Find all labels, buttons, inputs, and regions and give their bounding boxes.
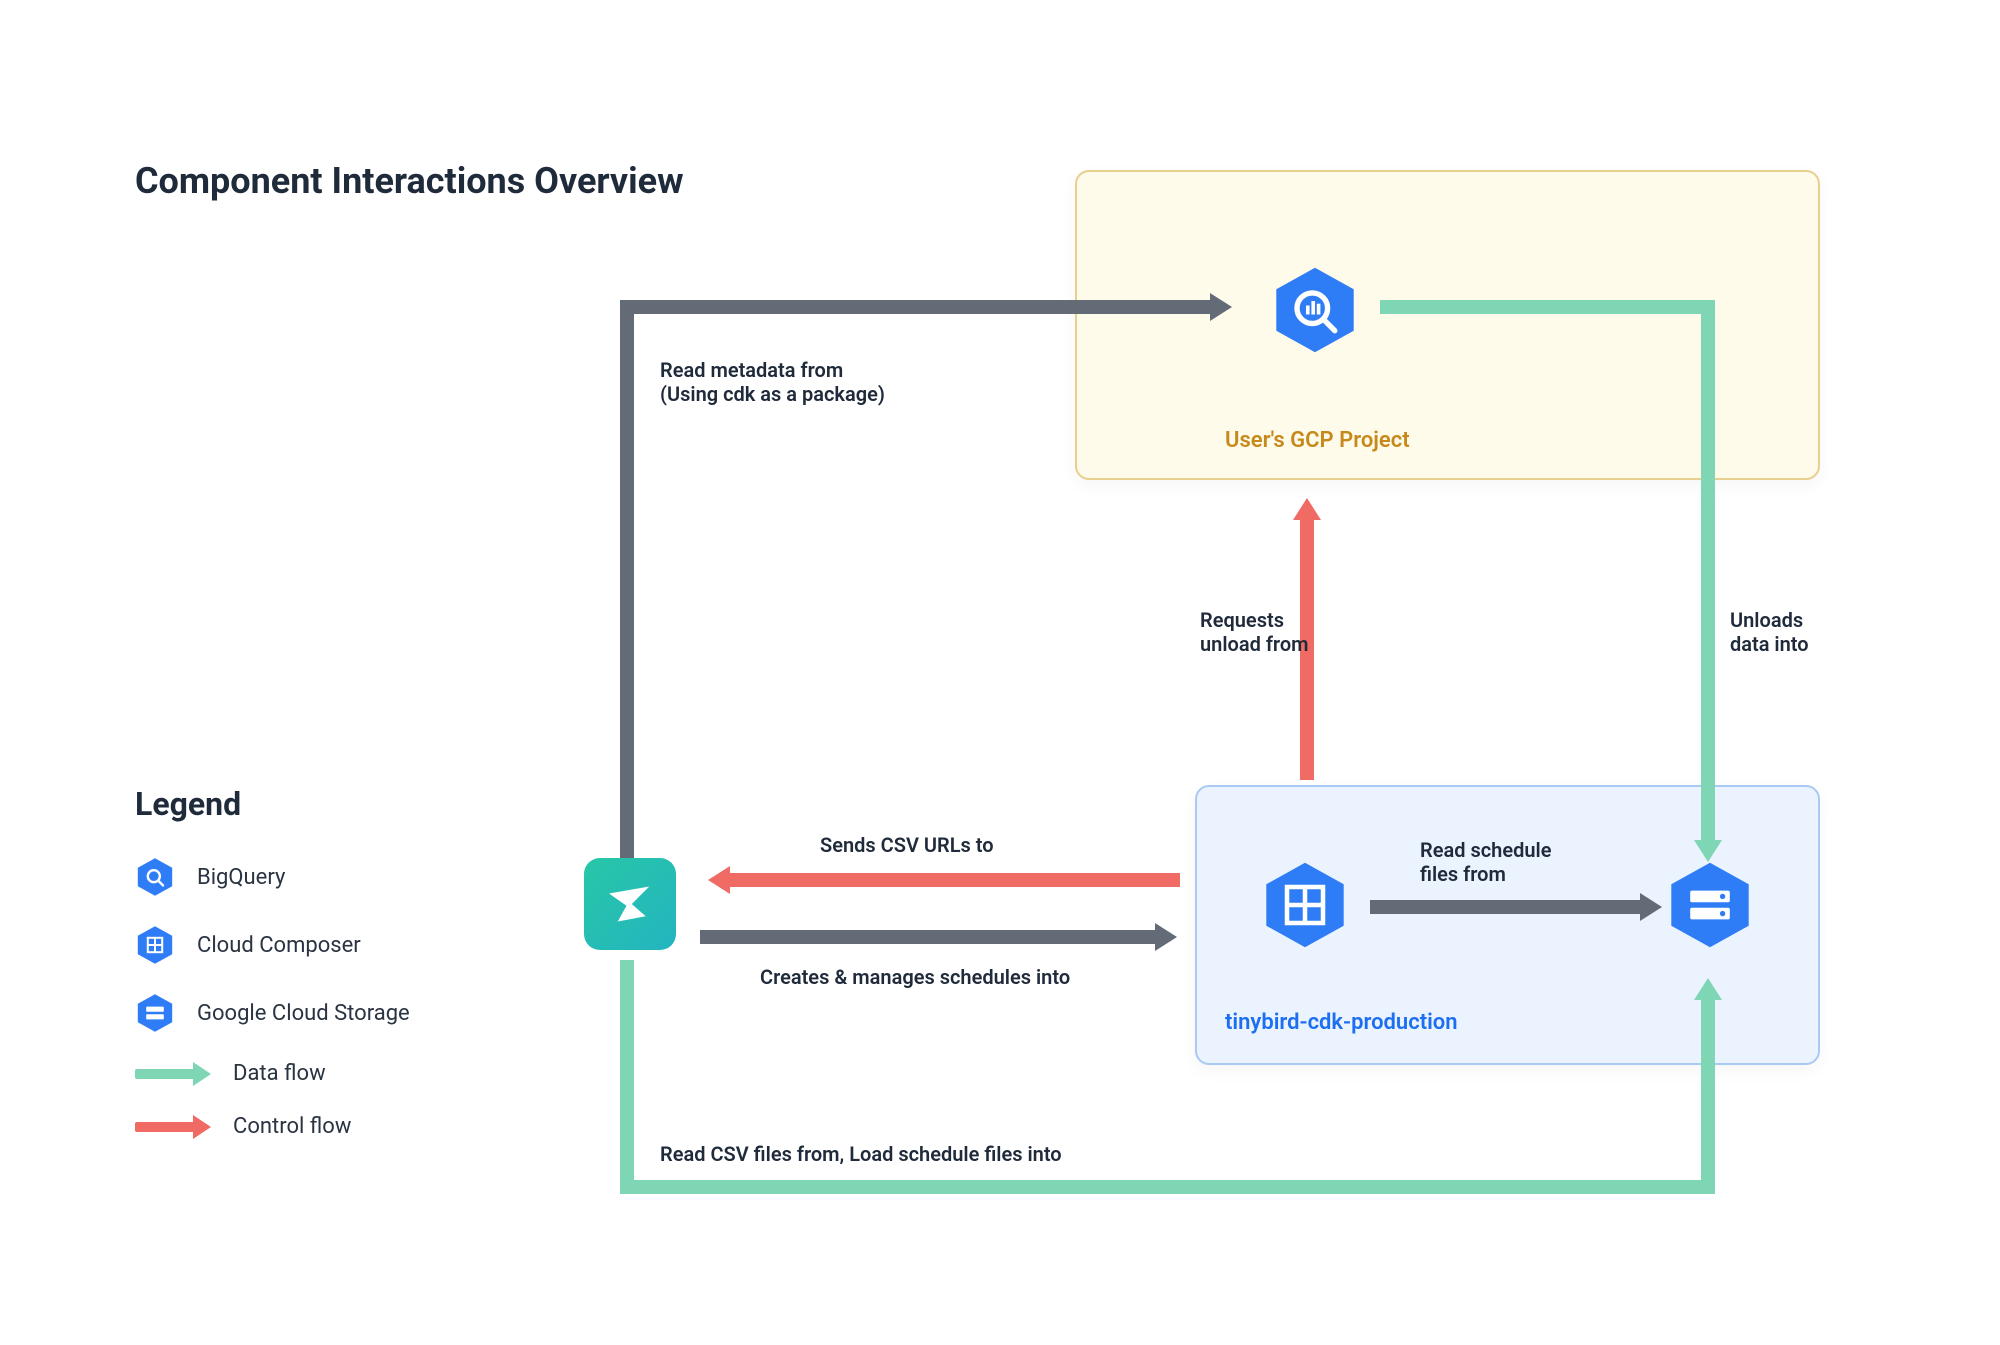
- flow-read-metadata-arrowhead: [1210, 293, 1232, 321]
- flow-sends-csv-arrowhead: [708, 866, 730, 894]
- legend-label: Cloud Composer: [197, 933, 361, 958]
- cloud-composer-icon: [1260, 860, 1350, 950]
- page-title: Component Interactions Overview: [135, 160, 684, 202]
- flow-read-metadata-v: [620, 300, 634, 860]
- legend-item-gcs: Google Cloud Storage: [135, 993, 495, 1033]
- flow-requests-unload-arrowhead: [1293, 498, 1321, 520]
- legend-label: Data flow: [233, 1061, 326, 1086]
- flow-read-metadata-label: Read metadata from (Using cdk as a packa…: [660, 358, 885, 406]
- flow-read-csv-arrowhead: [1694, 978, 1722, 1000]
- flow-unloads-data-label: Unloads data into: [1730, 608, 1809, 656]
- gcs-icon: [135, 993, 175, 1033]
- flow-requests-unload-label: Requests unload from: [1200, 608, 1309, 656]
- flow-read-metadata-h: [620, 300, 1210, 314]
- data-flow-arrow-icon: [135, 1069, 197, 1079]
- tinybird-icon: [602, 876, 658, 932]
- flow-read-schedule-arrowhead: [1640, 893, 1662, 921]
- cloud-composer-icon: [135, 925, 175, 965]
- flow-unloads-data-arrowhead: [1694, 840, 1722, 862]
- bigquery-icon: [135, 857, 175, 897]
- legend-label: Google Cloud Storage: [197, 1001, 410, 1026]
- flow-creates-manages-label: Creates & manages schedules into: [760, 965, 1070, 989]
- flow-unloads-data-v: [1701, 300, 1715, 840]
- group-tinybird-cdk-label: tinybird-cdk-production: [1225, 1010, 1458, 1035]
- flow-read-csv-v2: [1701, 1000, 1715, 1194]
- legend-item-data-flow: Data flow: [135, 1061, 495, 1086]
- legend-item-control-flow: Control flow: [135, 1114, 495, 1139]
- flow-read-csv-h: [620, 1180, 1715, 1194]
- legend: Legend BigQuery Cloud Composer: [135, 785, 495, 1167]
- flow-read-schedule-label: Read schedule files from: [1420, 838, 1551, 886]
- gcs-icon: [1665, 860, 1755, 950]
- gcs-node: [1665, 860, 1755, 950]
- tinybird-node: [584, 858, 676, 950]
- legend-item-bigquery: BigQuery: [135, 857, 495, 897]
- flow-read-csv-label: Read CSV files from, Load schedule files…: [660, 1142, 1062, 1166]
- legend-label: BigQuery: [197, 865, 285, 890]
- cloud-composer-node: [1260, 860, 1350, 950]
- flow-creates-manages-arrowhead: [1155, 923, 1177, 951]
- flow-read-csv-v1: [620, 960, 634, 1180]
- flow-unloads-data-h: [1380, 300, 1715, 314]
- flow-read-schedule: [1370, 900, 1640, 914]
- bigquery-node: [1270, 265, 1360, 355]
- legend-item-cloud-composer: Cloud Composer: [135, 925, 495, 965]
- legend-title: Legend: [135, 785, 495, 823]
- bigquery-icon: [1270, 265, 1360, 355]
- flow-creates-manages: [700, 930, 1155, 944]
- flow-sends-csv-label: Sends CSV URLs to: [820, 833, 994, 857]
- flow-sends-csv: [730, 873, 1180, 887]
- legend-label: Control flow: [233, 1114, 351, 1139]
- control-flow-arrow-icon: [135, 1122, 197, 1132]
- group-user-gcp-label: User's GCP Project: [1225, 428, 1410, 453]
